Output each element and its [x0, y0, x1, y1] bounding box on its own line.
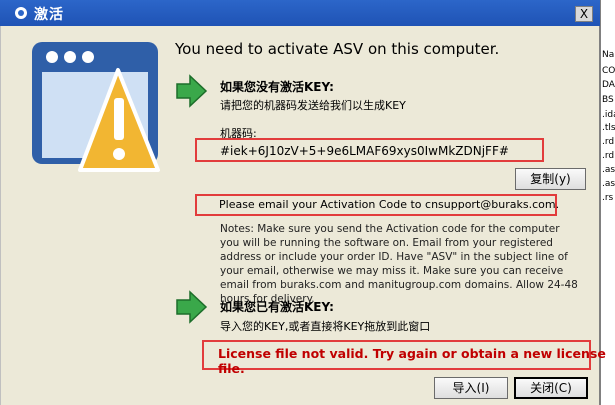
close-icon[interactable]: X: [575, 6, 593, 22]
notes-text: Notes: Make sure you send the Activation…: [220, 223, 578, 305]
side-item: Na: [602, 50, 615, 60]
page-title: You need to activate ASV on this compute…: [175, 40, 500, 58]
no-key-title: 如果您没有激活KEY:: [220, 80, 334, 94]
title-bar: 激活 X: [0, 0, 600, 26]
app-icon: [15, 7, 27, 19]
side-item: .tls: [602, 123, 615, 133]
side-item: .rs: [602, 193, 614, 203]
have-key-title: 如果您已有激活KEY:: [220, 300, 334, 314]
close-button[interactable]: 关闭(C): [514, 377, 588, 399]
warning-app-icon: [32, 42, 160, 172]
no-key-subtitle: 请把您的机器码发送给我们以生成KEY: [220, 99, 406, 112]
side-item: DA: [602, 80, 615, 90]
arrow-right-icon: [176, 290, 208, 324]
background-window-strip: Na CO DA BS .ida .tls .rd .rd .as .as .r…: [600, 0, 615, 405]
import-button[interactable]: 导入(I): [434, 377, 508, 399]
side-item: CO: [602, 66, 615, 76]
arrow-right-icon: [176, 74, 208, 108]
side-item: .rd: [602, 151, 615, 161]
have-key-subtitle: 导入您的KEY,或者直接将KEY拖放到此窗口: [220, 320, 431, 333]
copy-button[interactable]: 复制(y): [515, 168, 586, 190]
window-title: 激活: [34, 7, 64, 23]
side-item: .ida: [602, 110, 615, 120]
side-item: BS: [602, 95, 614, 105]
side-item: .as: [602, 165, 615, 175]
machine-code-value[interactable]: #iek+6J10zV+5+9e6LMAF69xys0IwMkZDNjFF#: [220, 144, 509, 158]
side-item: .as: [602, 179, 615, 189]
email-instruction: Please email your Activation Code to cns…: [219, 198, 560, 211]
error-message: License file not valid. Try again or obt…: [218, 346, 606, 376]
side-item: .rd: [602, 137, 615, 147]
